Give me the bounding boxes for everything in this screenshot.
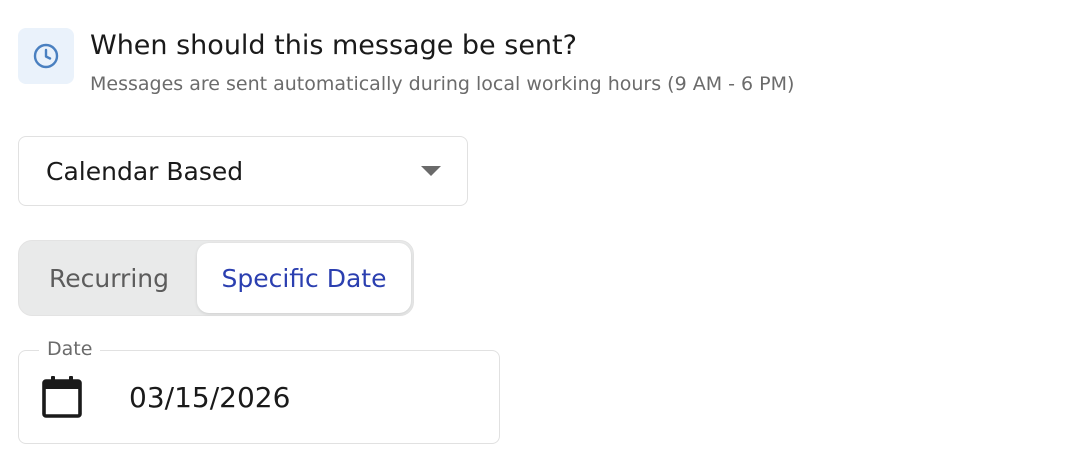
page-title: When should this message be sent?	[90, 30, 577, 61]
schedule-type-value: Calendar Based	[46, 156, 244, 186]
date-input[interactable]: 03/15/2026	[129, 381, 290, 414]
date-field-label: Date	[39, 337, 101, 361]
tab-recurring[interactable]: Recurring	[21, 243, 197, 313]
clock-icon-tile	[18, 28, 74, 84]
header-text: When should this message be sent? Messag…	[90, 30, 794, 96]
calendar-icon[interactable]	[41, 375, 83, 419]
tab-specific-date[interactable]: Specific Date	[197, 243, 411, 313]
mode-toggle: Recurring Specific Date	[18, 240, 414, 316]
schedule-type-select[interactable]: Calendar Based	[18, 136, 468, 206]
page-subtitle: Messages are sent automatically during l…	[90, 73, 795, 95]
chevron-down-icon	[421, 166, 441, 176]
schedule-header: When should this message be sent? Messag…	[18, 28, 794, 96]
clock-icon	[33, 43, 59, 69]
date-field[interactable]: Date 03/15/2026	[18, 337, 500, 444]
